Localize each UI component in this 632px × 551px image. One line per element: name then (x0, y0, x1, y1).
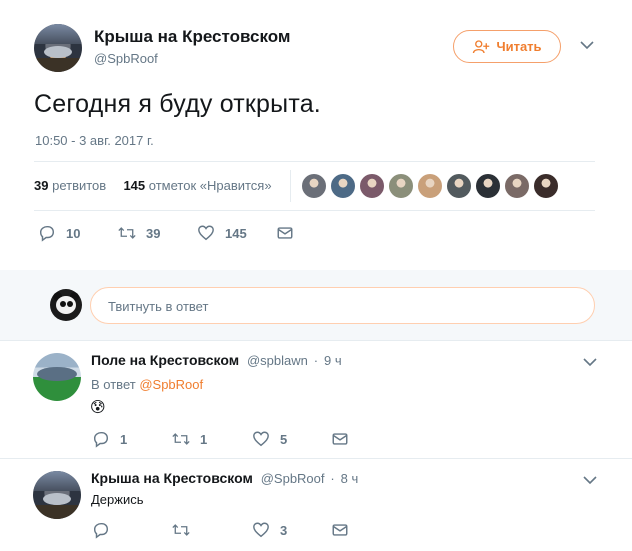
reply-author-avatar[interactable] (33, 353, 81, 401)
reply-action[interactable]: 10 (38, 224, 80, 242)
reply-text: 😰 (90, 399, 106, 416)
tweet-text: Сегодня я буду открыта. (34, 90, 321, 118)
author-name[interactable]: Крыша на Крестовском (94, 27, 291, 47)
like-action[interactable]: 3 (252, 521, 287, 539)
retweet-action[interactable]: 39 (118, 224, 160, 242)
heart-icon (198, 225, 214, 241)
reply-author[interactable]: Поле на Крестовском @spblawn · 9 ч (91, 352, 342, 368)
retweets-count[interactable]: 39 (34, 178, 48, 193)
add-user-icon (473, 39, 490, 53)
likers-avatars (301, 173, 559, 199)
liker-avatar[interactable] (533, 173, 559, 199)
like-action[interactable]: 5 (252, 430, 287, 448)
reply-author-name: Крыша на Крестовском (91, 470, 253, 486)
reply-author[interactable]: Крыша на Крестовском @SpbRoof · 8 ч (91, 470, 358, 486)
chevron-down-icon[interactable] (583, 357, 597, 367)
divider (290, 170, 291, 202)
retweet-action[interactable]: 1 (172, 430, 207, 448)
reply-icon (39, 225, 55, 242)
like-count: 5 (280, 431, 288, 447)
liker-avatar[interactable] (504, 173, 530, 199)
heart-icon (253, 431, 269, 447)
envelope-icon (277, 227, 293, 239)
reply-author-name: Поле на Крестовском (91, 352, 240, 368)
reply-icon (93, 431, 109, 448)
liker-avatar[interactable] (388, 173, 414, 199)
follow-button[interactable]: Читать (453, 30, 561, 63)
chevron-down-icon[interactable] (580, 40, 594, 50)
reply-count: 1 (120, 431, 128, 447)
reply-time[interactable]: 8 ч (341, 471, 359, 486)
retweet-icon (118, 227, 136, 239)
reply-action[interactable]: 1 (92, 430, 127, 448)
reply-count: 10 (66, 225, 81, 241)
retweets-label[interactable]: ретвитов (52, 178, 106, 193)
liker-avatar[interactable] (359, 173, 385, 199)
divider (34, 210, 595, 211)
reply-time[interactable]: 9 ч (324, 353, 342, 368)
liker-avatar[interactable] (446, 173, 472, 199)
reply-action[interactable] (92, 521, 110, 539)
direct-message-action[interactable] (331, 430, 349, 448)
retweet-count: 39 (146, 225, 161, 241)
reply-text: Держись (91, 492, 144, 507)
direct-message-action[interactable] (276, 224, 294, 242)
reply-to-mention[interactable]: @SpbRoof (139, 377, 203, 392)
reply-icon (93, 522, 109, 539)
likes-label[interactable]: отметок «Нравится» (149, 178, 272, 193)
liker-avatar[interactable] (330, 173, 356, 199)
liker-avatar[interactable] (301, 173, 327, 199)
like-action[interactable]: 145 (197, 224, 247, 242)
user-avatar[interactable] (50, 289, 82, 321)
like-count: 145 (225, 225, 247, 241)
author-handle[interactable]: @SpbRoof (94, 51, 158, 66)
heart-icon (253, 522, 269, 538)
retweet-icon (172, 524, 190, 536)
tweet-stats: 39 ретвитов 145 отметок «Нравится» (34, 178, 272, 193)
follow-label: Читать (496, 39, 542, 54)
main-tweet: Крыша на Крестовском @SpbRoof Читать Сег… (0, 0, 632, 270)
reply-to-prefix: В ответ (91, 377, 136, 392)
retweet-action[interactable] (172, 521, 190, 539)
liker-avatar[interactable] (475, 173, 501, 199)
envelope-icon (332, 524, 348, 536)
likes-count[interactable]: 145 (123, 178, 145, 193)
chevron-down-icon[interactable] (583, 475, 597, 485)
reply-author-handle: @SpbRoof (260, 471, 325, 486)
retweet-count: 1 (200, 431, 208, 447)
reply-to-line: В ответ @SpbRoof (91, 377, 203, 392)
like-count: 3 (280, 522, 288, 538)
direct-message-action[interactable] (331, 521, 349, 539)
reply-author-avatar[interactable] (33, 471, 81, 519)
liker-avatar[interactable] (417, 173, 443, 199)
tweet-timestamp[interactable]: 10:50 - 3 авг. 2017 г. (35, 133, 154, 148)
divider (34, 161, 595, 162)
author-avatar[interactable] (34, 24, 82, 72)
reply-input[interactable]: Твитнуть в ответ (90, 287, 595, 324)
retweet-icon (172, 433, 190, 445)
envelope-icon (332, 433, 348, 445)
reply-author-handle: @spblawn (246, 353, 308, 368)
